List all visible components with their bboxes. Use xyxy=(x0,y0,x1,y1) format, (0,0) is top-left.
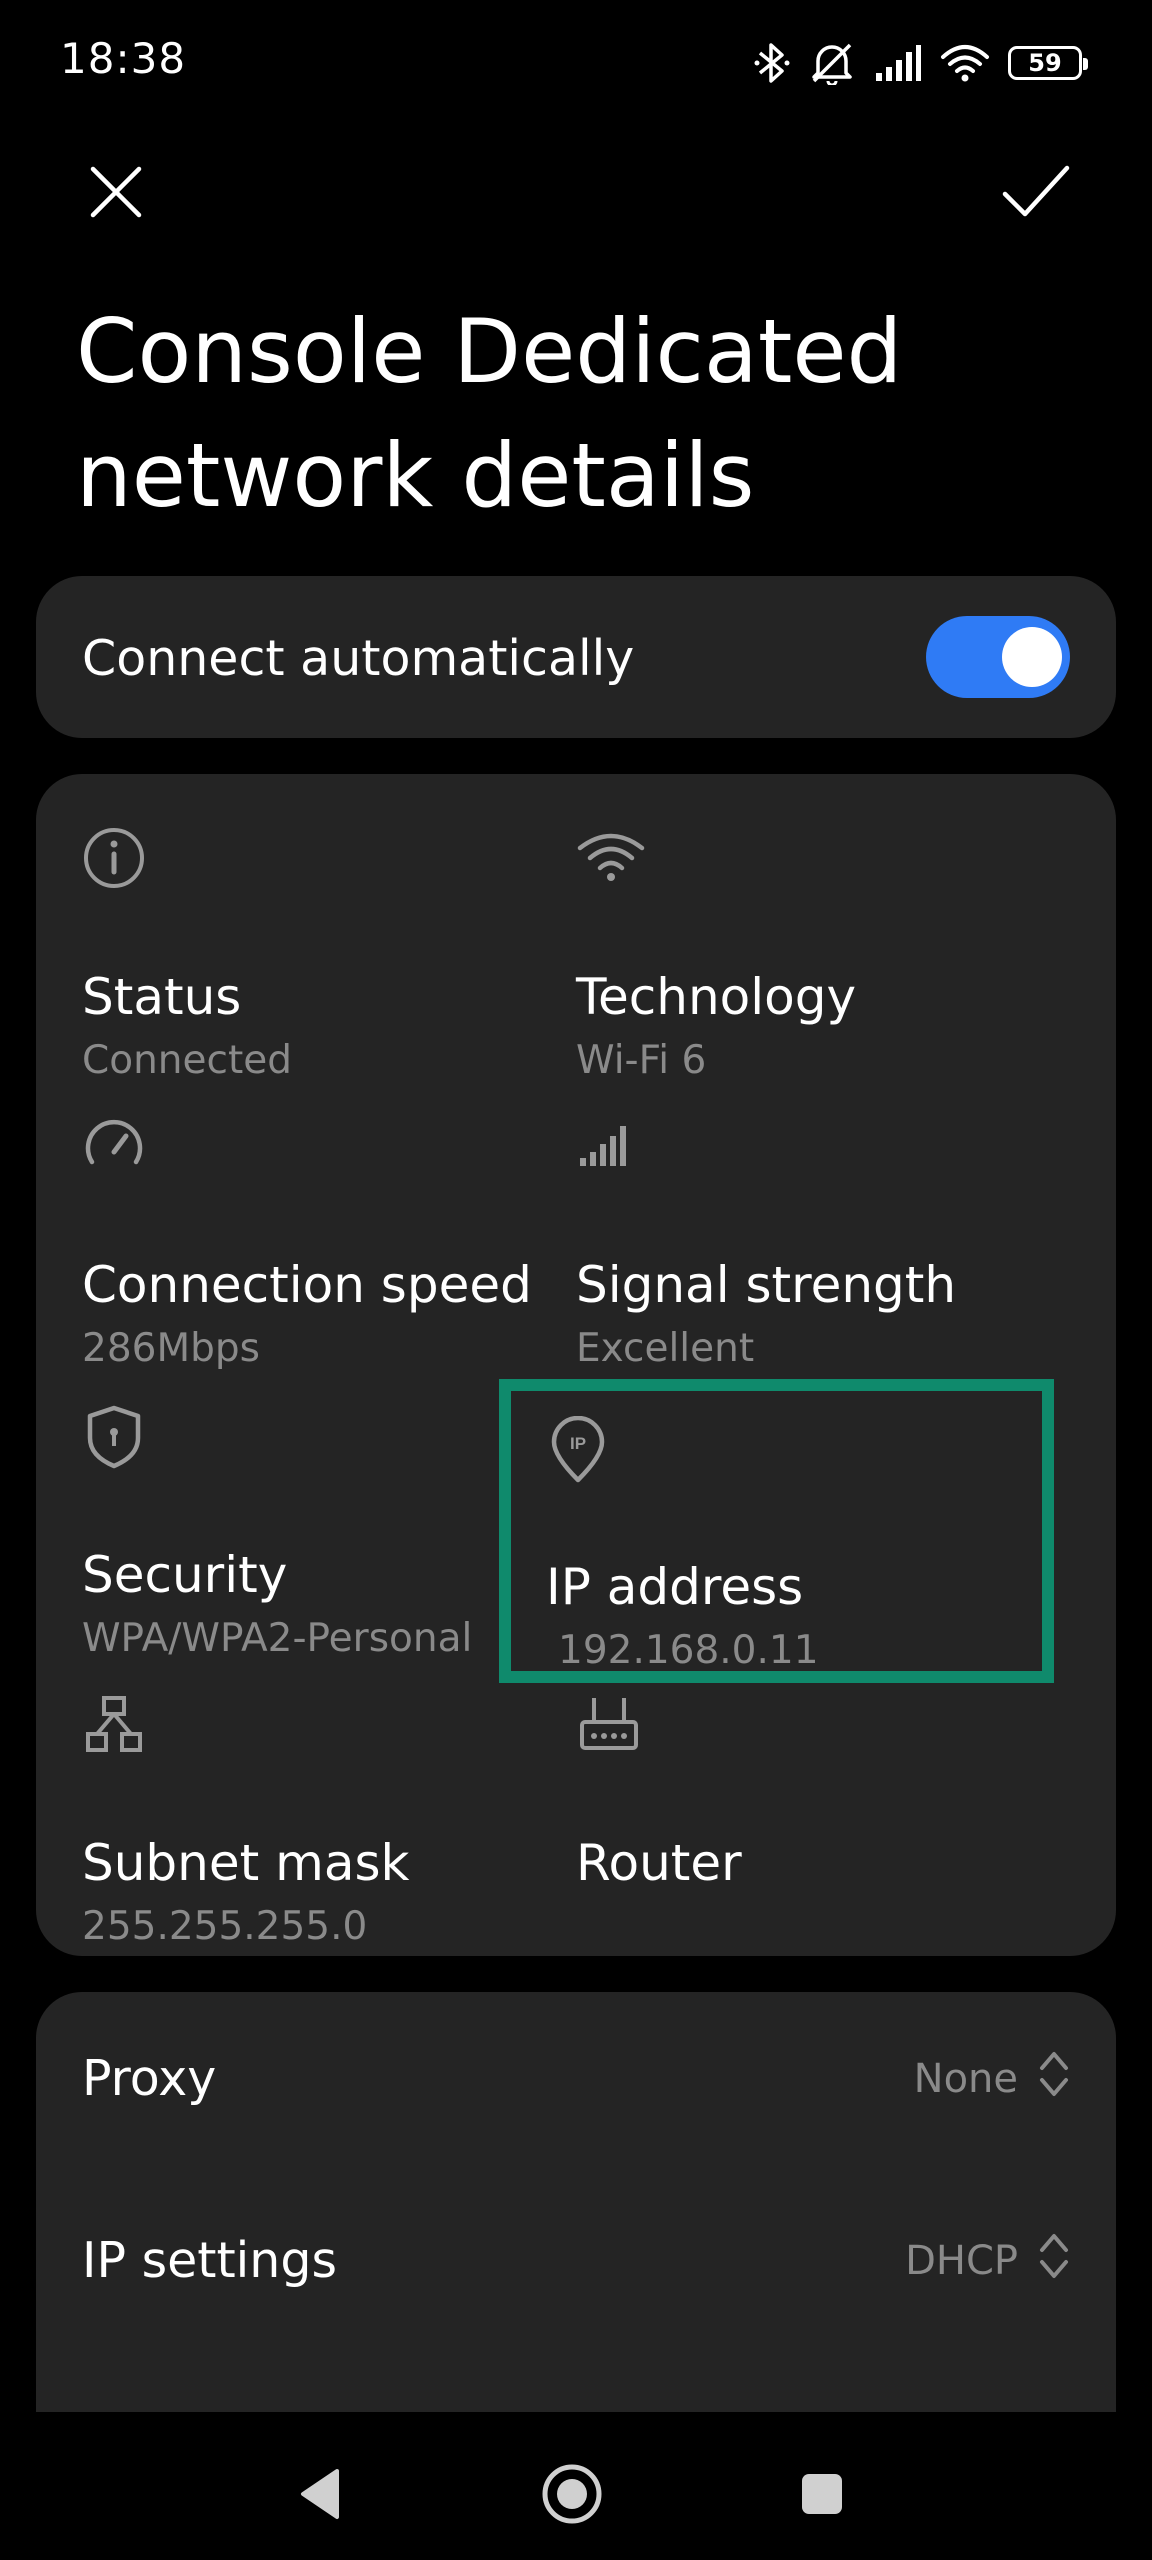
ip-settings-row[interactable]: IP settings DHCP xyxy=(36,2182,1116,2332)
close-button[interactable] xyxy=(66,142,166,242)
close-icon xyxy=(90,166,142,218)
network-topology-icon xyxy=(86,1696,142,1752)
recents-icon xyxy=(802,2474,842,2514)
setting-value: DHCP xyxy=(905,2238,1018,2284)
confirm-button[interactable] xyxy=(986,142,1086,242)
detail-subnet-mask: Subnet mask 255.255.255.0 xyxy=(82,1692,582,1952)
detail-label: Status xyxy=(82,968,242,1026)
detail-label: Router xyxy=(576,1834,742,1892)
check-icon xyxy=(1002,165,1070,217)
detail-value: Excellent xyxy=(576,1326,755,1371)
back-icon xyxy=(301,2469,339,2519)
recents-button[interactable] xyxy=(782,2454,862,2534)
detail-status: Status Connected xyxy=(82,826,582,1086)
status-time: 18:38 xyxy=(60,34,187,83)
setting-label: Proxy xyxy=(82,2050,217,2107)
page-title: Console Dedicated network details xyxy=(76,300,903,527)
proxy-row[interactable]: Proxy None xyxy=(36,2000,1116,2150)
settings-card: Proxy None IP settings DHCP xyxy=(36,1992,1116,2412)
detail-label: Security xyxy=(82,1546,288,1604)
toggle-knob xyxy=(1002,627,1062,687)
detail-label: Technology xyxy=(576,968,857,1026)
speedometer-icon xyxy=(85,1119,143,1165)
detail-technology: Technology Wi-Fi 6 xyxy=(576,826,1076,1086)
highlight-box xyxy=(499,1379,1054,1683)
auto-connect-toggle[interactable] xyxy=(926,616,1070,698)
network-details-card: Status Connected Technology Wi-Fi 6 Conn… xyxy=(36,774,1116,1956)
status-icons: 59 xyxy=(754,38,1088,88)
detail-label: Signal strength xyxy=(576,1256,957,1314)
auto-connect-row[interactable]: Connect automatically xyxy=(36,576,1116,738)
wifi-icon xyxy=(577,833,645,881)
home-button[interactable] xyxy=(532,2454,612,2534)
status-bar: 18:38 59 xyxy=(0,0,1152,125)
battery-icon: 59 xyxy=(1008,46,1088,80)
navigation-bar xyxy=(0,2412,1152,2560)
router-icon xyxy=(580,1698,638,1750)
detail-value: WPA/WPA2-Personal xyxy=(82,1616,473,1661)
detail-label: Connection speed xyxy=(82,1256,532,1314)
detail-value: Connected xyxy=(82,1038,293,1083)
shield-icon xyxy=(87,1405,141,1469)
detail-value: 286Mbps xyxy=(82,1326,260,1371)
chevron-up-down-icon xyxy=(1040,2052,1068,2096)
setting-value: None xyxy=(913,2056,1018,2102)
detail-label: Subnet mask xyxy=(82,1834,410,1892)
detail-value: Wi-Fi 6 xyxy=(576,1038,707,1083)
setting-label: IP settings xyxy=(82,2232,337,2289)
signal-bars-icon xyxy=(580,1126,626,1166)
cell-signal-icon xyxy=(874,43,922,83)
info-icon xyxy=(84,828,144,888)
home-icon xyxy=(542,2464,602,2524)
silent-icon xyxy=(808,41,856,85)
back-button[interactable] xyxy=(280,2454,360,2534)
auto-connect-label: Connect automatically xyxy=(82,630,635,687)
detail-signal-strength: Signal strength Excellent xyxy=(576,1114,1076,1374)
wifi-icon xyxy=(940,43,990,83)
bluetooth-icon xyxy=(754,41,790,85)
detail-router: Router xyxy=(576,1692,1076,1952)
detail-connection-speed: Connection speed 286Mbps xyxy=(82,1114,582,1374)
detail-value: 255.255.255.0 xyxy=(82,1904,368,1949)
chevron-up-down-icon xyxy=(1040,2234,1068,2278)
